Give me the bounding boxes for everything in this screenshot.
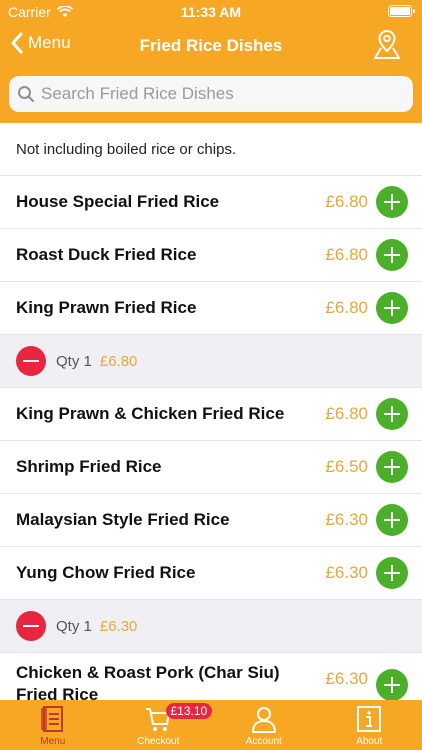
tab-checkout[interactable]: £13.10 Checkout — [106, 700, 213, 750]
cart-qty-row: Qty 1 £6.30 — [0, 600, 422, 653]
tab-label: Account — [245, 736, 282, 747]
remove-button[interactable] — [16, 346, 46, 376]
dish-name: Malaysian Style Fried Rice — [16, 510, 230, 529]
dish-row[interactable]: Roast Duck Fried Rice £6.80 — [0, 229, 422, 282]
cart-qty-row: Qty 1 £6.80 — [0, 335, 422, 388]
tab-account[interactable]: Account — [211, 700, 317, 750]
tab-label: Menu — [40, 736, 66, 747]
dish-row[interactable]: Chicken & Roast Pork (Char Siu) Fried Ri… — [0, 653, 422, 700]
nav-bar: Menu Fried Rice Dishes — [0, 24, 422, 68]
add-button[interactable] — [376, 186, 408, 218]
dish-list: Not including boiled rice or chips. Hous… — [0, 123, 422, 700]
dish-price: £6.80 — [325, 245, 368, 264]
dish-price: £6.50 — [325, 457, 368, 476]
add-button[interactable] — [376, 669, 408, 700]
dish-row[interactable]: King Prawn Fried Rice £6.80 — [0, 282, 422, 335]
dish-name: Yung Chow Fried Rice — [16, 563, 196, 582]
add-button[interactable] — [376, 557, 408, 589]
menu-book-icon — [41, 706, 63, 732]
info-icon — [357, 706, 382, 732]
dish-row[interactable]: King Prawn & Chicken Fried Rice £6.80 — [0, 388, 422, 441]
dish-name: Shrimp Fried Rice — [16, 457, 162, 476]
dish-row[interactable]: Malaysian Style Fried Rice £6.30 — [0, 494, 422, 547]
dish-price: £6.30 — [325, 669, 368, 688]
qty-label: Qty 1 — [56, 617, 92, 635]
add-button[interactable] — [376, 504, 408, 536]
cart-total-badge: £13.10 — [165, 703, 213, 719]
tab-menu[interactable]: Menu — [0, 700, 106, 750]
tab-label: Checkout — [137, 736, 180, 747]
status-time: 11:33 AM — [180, 4, 242, 20]
add-button[interactable] — [376, 398, 408, 430]
dish-row[interactable]: Shrimp Fried Rice £6.50 — [0, 441, 422, 494]
dish-row[interactable]: House Special Fried Rice £6.80 — [0, 176, 422, 229]
dish-name: King Prawn Fried Rice — [16, 298, 197, 317]
search-input[interactable] — [41, 84, 401, 104]
dish-price: £6.80 — [325, 298, 368, 317]
dish-price: £6.80 — [325, 404, 368, 423]
battery-icon — [388, 5, 415, 17]
search-bar — [9, 76, 413, 112]
tab-bar: Menu £13.10 Checkout Account About — [0, 700, 422, 750]
qty-label: Qty 1 — [56, 352, 92, 370]
dish-name: House Special Fried Rice — [16, 192, 220, 211]
dish-name: King Prawn & Chicken Fried Rice — [16, 404, 285, 423]
page-title: Fried Rice Dishes — [139, 36, 283, 55]
qty-price: £6.30 — [99, 617, 138, 635]
add-button[interactable] — [376, 292, 408, 324]
add-button[interactable] — [376, 239, 408, 271]
qty-price: £6.80 — [99, 352, 138, 370]
dish-row[interactable]: Yung Chow Fried Rice £6.30 — [0, 547, 422, 600]
tab-about[interactable]: About — [317, 700, 422, 750]
add-button[interactable] — [376, 451, 408, 483]
status-bar: Carrier 11:33 AM — [0, 0, 422, 24]
person-icon — [251, 707, 276, 733]
remove-button[interactable] — [16, 611, 46, 641]
search-icon — [18, 86, 34, 102]
dish-price: £6.30 — [325, 510, 368, 529]
dish-price: £6.30 — [325, 563, 368, 582]
dish-name: Roast Duck Fried Rice — [16, 245, 197, 264]
menu-note: Not including boiled rice or chips. — [0, 123, 422, 176]
header: Carrier 11:33 AM Menu Fried Rice Dishes — [0, 0, 422, 123]
dish-price: £6.80 — [325, 192, 368, 211]
tab-label: About — [356, 736, 383, 747]
dish-name: Chicken & Roast Pork (Char Siu) Fried Ri… — [16, 663, 280, 700]
map-pin-icon[interactable] — [372, 28, 402, 62]
